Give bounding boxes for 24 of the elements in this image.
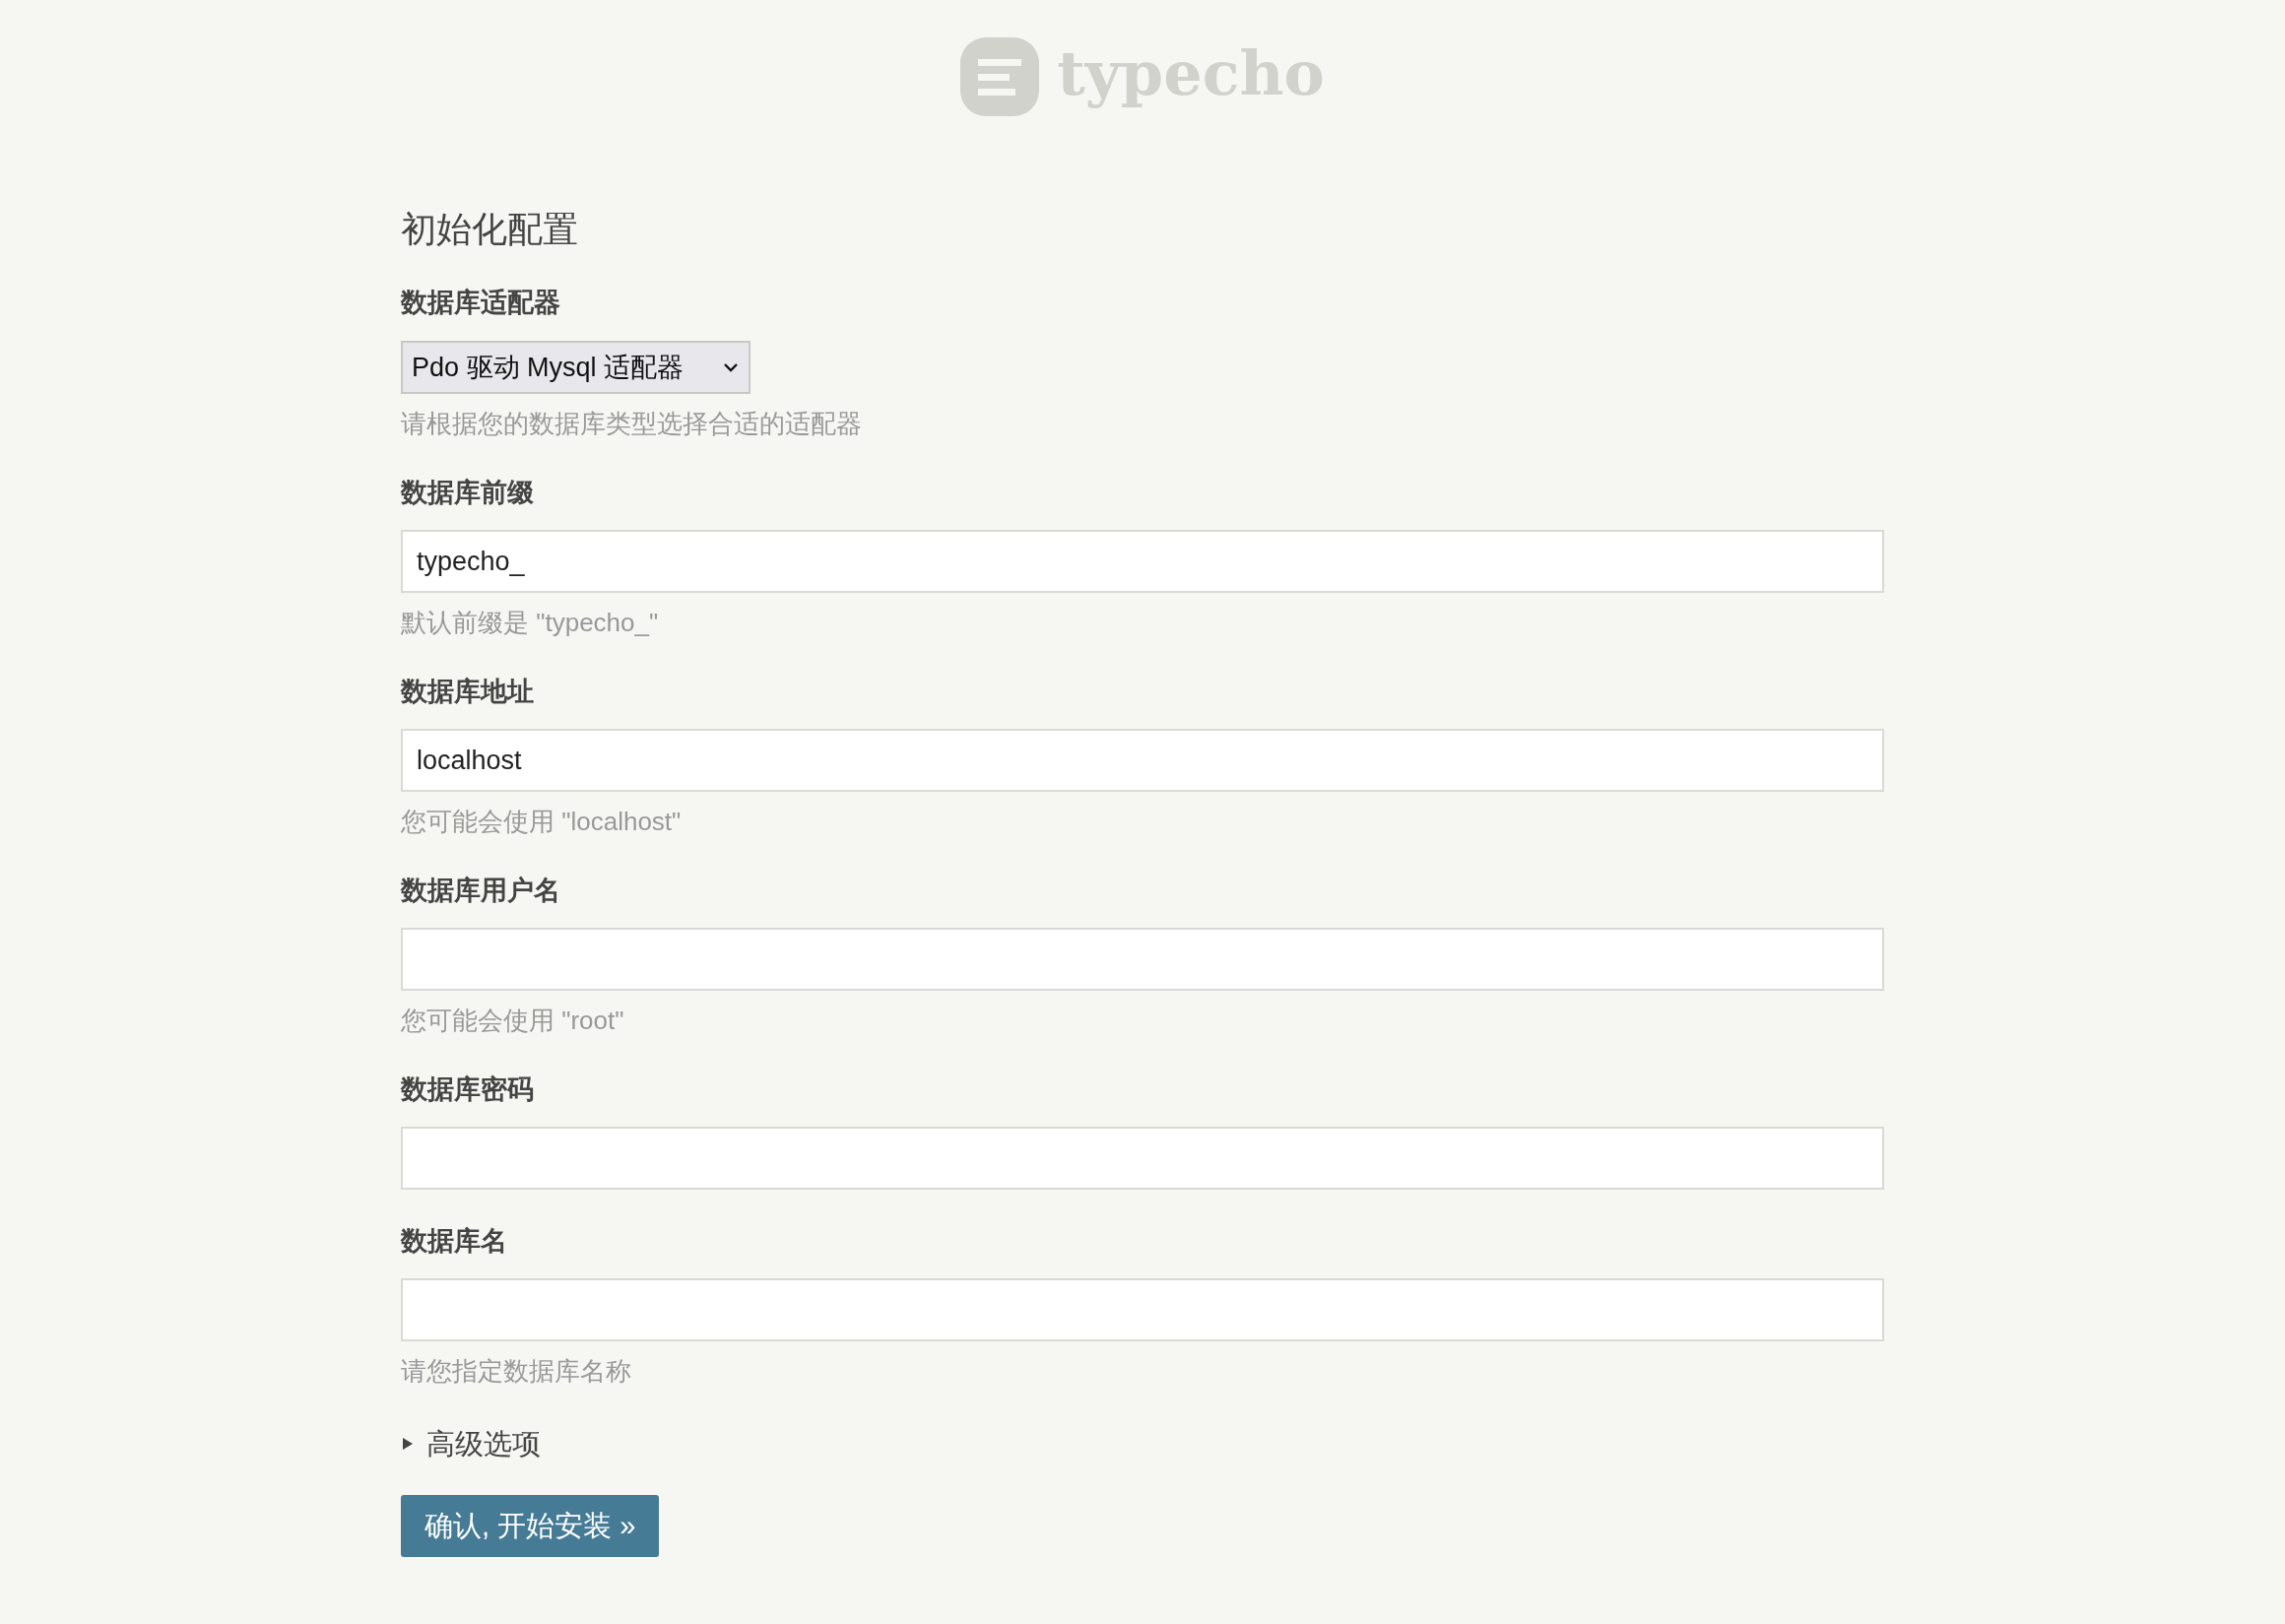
field-label: 数据库适配器	[401, 287, 560, 319]
input-field[interactable]	[401, 1278, 1884, 1341]
input-field[interactable]	[401, 928, 1884, 991]
field-hint: 请根据您的数据库类型选择合适的适配器	[401, 408, 862, 440]
field-label: 数据库名	[401, 1225, 507, 1258]
password-field[interactable]	[401, 1127, 1884, 1190]
advanced-options-toggle[interactable]: 高级选项	[401, 1424, 541, 1463]
input-field[interactable]: typecho_	[401, 530, 1884, 593]
chevron-down-icon	[723, 361, 739, 373]
field-label: 数据库用户名	[401, 875, 560, 907]
input-field[interactable]: localhost	[401, 729, 1884, 792]
adapter-select[interactable]: Pdo 驱动 Mysql 适配器	[401, 341, 751, 394]
logo-icon	[960, 36, 1040, 116]
field-label: 数据库地址	[401, 676, 534, 708]
install-button[interactable]: 确认, 开始安装 »	[401, 1495, 660, 1557]
field-hint: 请您指定数据库名称	[401, 1355, 631, 1388]
field-hint: 默认前缀是 "typecho_"	[401, 607, 659, 639]
disclosure-triangle-icon	[401, 1437, 415, 1451]
page-heading: 初始化配置	[401, 208, 578, 251]
advanced-options-label: 高级选项	[426, 1427, 541, 1462]
field-label: 数据库密码	[401, 1073, 534, 1106]
field-hint: 您可能会使用 "localhost"	[401, 806, 682, 838]
field-hint: 您可能会使用 "root"	[401, 1005, 624, 1037]
field-label: 数据库前缀	[401, 477, 534, 509]
